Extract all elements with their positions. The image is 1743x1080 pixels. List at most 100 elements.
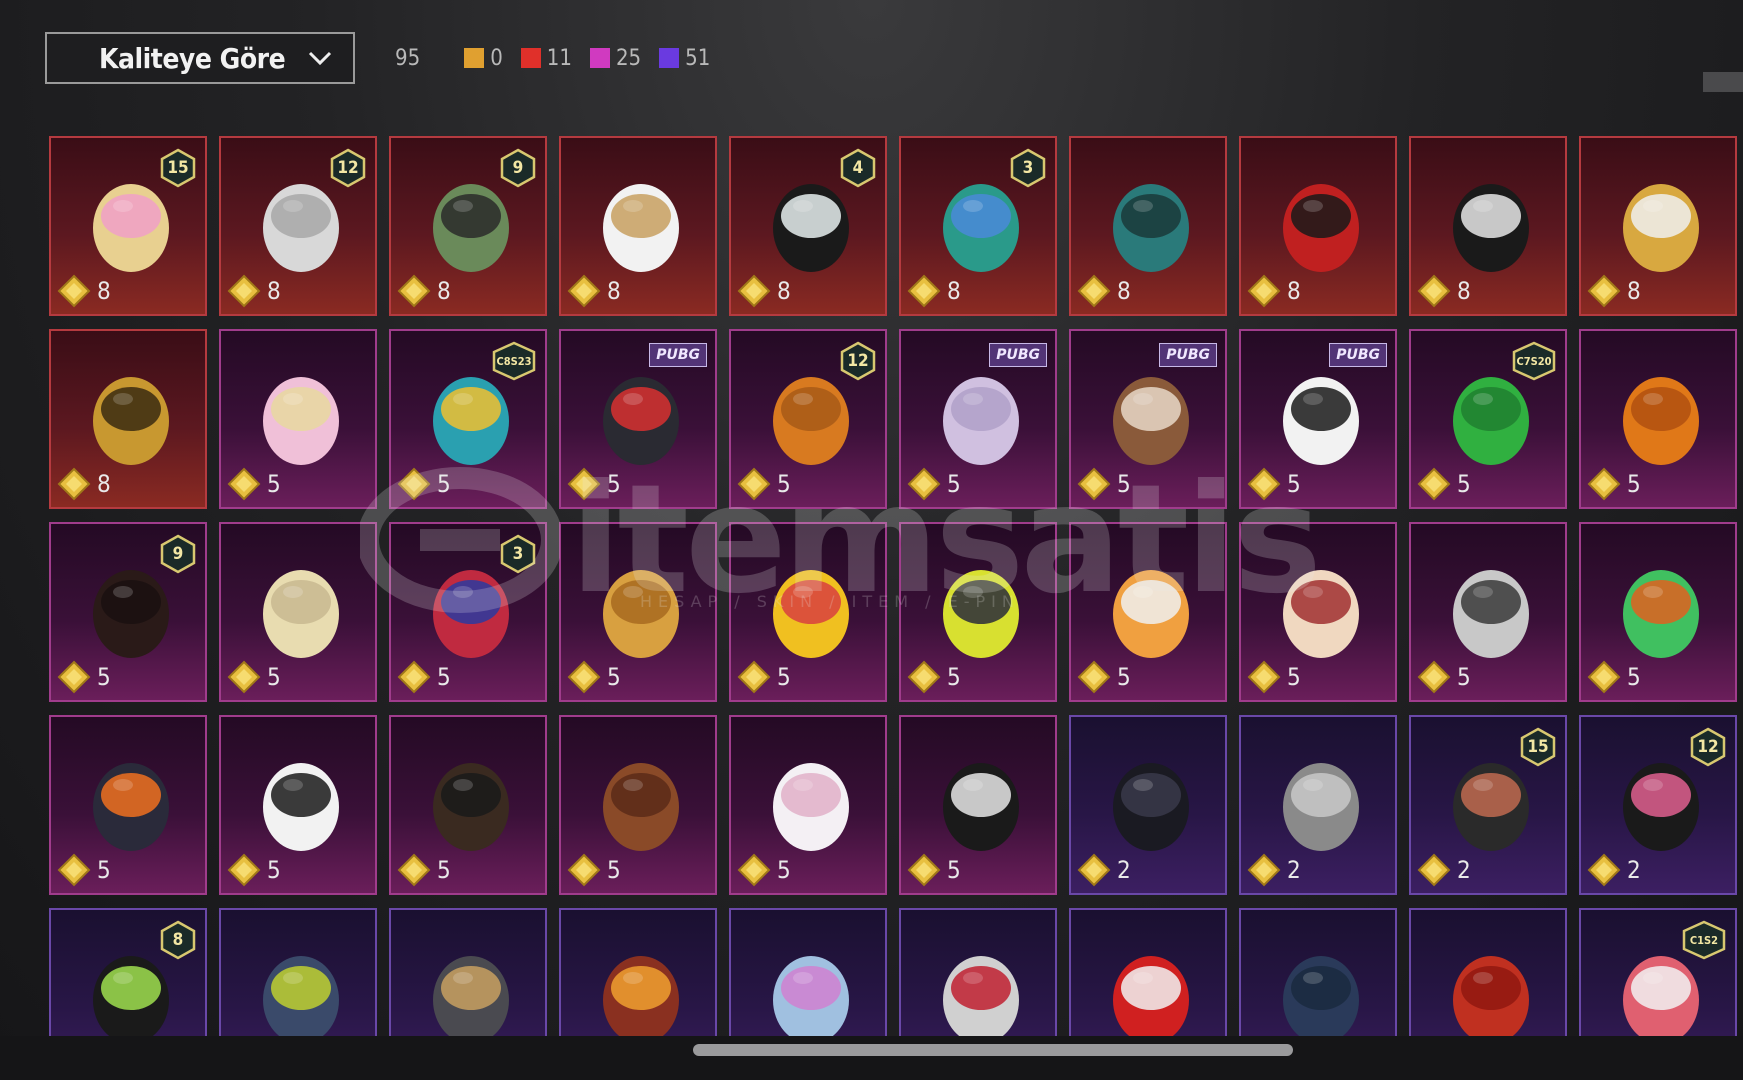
item-card[interactable]: 12 2 — [1579, 715, 1737, 895]
blue-beanie-icon — [1283, 956, 1359, 1036]
currency-coin-icon — [567, 660, 601, 694]
item-card[interactable]: 9 5 — [49, 522, 207, 702]
white-mask-hood-icon — [1453, 184, 1529, 272]
item-card[interactable]: 12 5 — [729, 329, 887, 509]
pink-count: 25 — [589, 46, 641, 71]
item-card[interactable]: 8 — [1239, 136, 1397, 316]
currency-coin-icon — [907, 660, 941, 694]
item-price-value: 5 — [1457, 663, 1471, 691]
item-card[interactable] — [559, 908, 717, 1036]
item-card[interactable]: 5 — [219, 715, 377, 895]
item-price-value: 8 — [267, 277, 281, 305]
pubg-tag: PUBG — [649, 343, 707, 367]
sort-dropdown[interactable]: Kaliteye Göre — [45, 32, 355, 84]
item-card[interactable]: 5 — [1579, 329, 1737, 509]
currency-coin-icon — [57, 660, 91, 694]
item-card[interactable]: 5 — [899, 522, 1057, 702]
black-bob-hair-icon — [1113, 763, 1189, 851]
currency-coin-icon — [1417, 660, 1451, 694]
fox-helmet-icon — [1113, 570, 1189, 658]
item-card[interactable]: 8 — [1069, 136, 1227, 316]
currency-coin-icon — [57, 853, 91, 887]
item-card[interactable] — [1239, 908, 1397, 1036]
item-card[interactable]: 5 — [49, 715, 207, 895]
item-card[interactable]: 5 — [899, 715, 1057, 895]
item-card[interactable]: 5 — [389, 715, 547, 895]
purple-count: 51 — [659, 46, 710, 71]
grey-helmet-icon — [433, 956, 509, 1036]
item-card[interactable]: 12 8 — [219, 136, 377, 316]
item-price-value: 5 — [607, 470, 621, 498]
currency-coin-icon — [737, 467, 771, 501]
item-card[interactable]: 5 — [559, 715, 717, 895]
currency-coin-icon — [397, 660, 431, 694]
currency-coin-icon — [227, 660, 261, 694]
item-card[interactable]: 5 — [219, 329, 377, 509]
item-price: 5 — [1077, 467, 1131, 501]
item-card[interactable] — [729, 908, 887, 1036]
item-card[interactable] — [219, 908, 377, 1036]
item-card[interactable]: PUBG 5 — [1069, 329, 1227, 509]
item-card[interactable] — [899, 908, 1057, 1036]
item-card[interactable]: 8 — [1579, 136, 1737, 316]
level-badge: 15 — [159, 148, 197, 188]
red-hair-goggles-icon — [603, 956, 679, 1036]
item-card[interactable]: C8S23 5 — [389, 329, 547, 509]
item-card[interactable]: 2 — [1239, 715, 1397, 895]
item-card[interactable]: 3 8 — [899, 136, 1057, 316]
item-card[interactable]: 8 — [49, 908, 207, 1036]
item-card[interactable]: PUBG 5 — [899, 329, 1057, 509]
item-price-value: 5 — [947, 856, 961, 884]
item-card[interactable] — [389, 908, 547, 1036]
item-card[interactable]: 9 8 — [389, 136, 547, 316]
item-card[interactable]: PUBG 5 — [559, 329, 717, 509]
level-badge-value: 12 — [337, 158, 359, 178]
item-card[interactable]: 5 — [219, 522, 377, 702]
white-cowboy-hat-icon — [603, 184, 679, 272]
item-price-value: 2 — [1457, 856, 1471, 884]
item-card[interactable]: 5 — [1579, 522, 1737, 702]
item-card[interactable]: 2 — [1069, 715, 1227, 895]
item-price-value: 8 — [1457, 277, 1471, 305]
item-card[interactable]: 8 — [49, 329, 207, 509]
item-card[interactable]: 5 — [729, 715, 887, 895]
level-badge: C8S23 — [491, 341, 537, 381]
item-price-value: 5 — [1287, 470, 1301, 498]
item-card[interactable] — [1409, 908, 1567, 1036]
item-price: 8 — [907, 274, 961, 308]
item-card[interactable]: PUBG 5 — [1239, 329, 1397, 509]
item-card[interactable]: 15 8 — [49, 136, 207, 316]
gold-pharaoh-helmet-icon — [93, 377, 169, 465]
item-card[interactable] — [1069, 908, 1227, 1036]
item-price: 5 — [1077, 660, 1131, 694]
item-card[interactable]: 3 5 — [389, 522, 547, 702]
white-beanie-icon — [263, 763, 339, 851]
item-price: 5 — [567, 467, 621, 501]
item-price-value: 5 — [1117, 663, 1131, 691]
item-price: 5 — [567, 660, 621, 694]
item-card[interactable]: 4 8 — [729, 136, 887, 316]
cap-red-goggles-icon — [603, 377, 679, 465]
item-price-value: 5 — [947, 663, 961, 691]
currency-coin-icon — [1587, 467, 1621, 501]
item-card[interactable]: 5 — [1069, 522, 1227, 702]
item-card[interactable]: 5 — [729, 522, 887, 702]
item-card[interactable]: 5 — [559, 522, 717, 702]
item-price-value: 8 — [437, 277, 451, 305]
item-card[interactable]: 15 2 — [1409, 715, 1567, 895]
lilac-hair-icon — [943, 377, 1019, 465]
currency-coin-icon — [567, 274, 601, 308]
currency-coin-icon — [737, 853, 771, 887]
item-card[interactable]: 5 — [1239, 522, 1397, 702]
item-card[interactable]: C7S20 5 — [1409, 329, 1567, 509]
item-card[interactable]: 8 — [1409, 136, 1567, 316]
item-price-value: 5 — [1627, 470, 1641, 498]
horizontal-scrollbar[interactable] — [693, 1044, 1293, 1056]
item-card[interactable]: 8 — [559, 136, 717, 316]
currency-coin-icon — [1417, 274, 1451, 308]
blonde-curls-icon — [263, 570, 339, 658]
item-card[interactable]: C1S2 — [1579, 908, 1737, 1036]
panda-head-icon — [1283, 377, 1359, 465]
item-card[interactable]: 5 — [1409, 522, 1567, 702]
grey-bob-hair-icon — [1283, 763, 1359, 851]
